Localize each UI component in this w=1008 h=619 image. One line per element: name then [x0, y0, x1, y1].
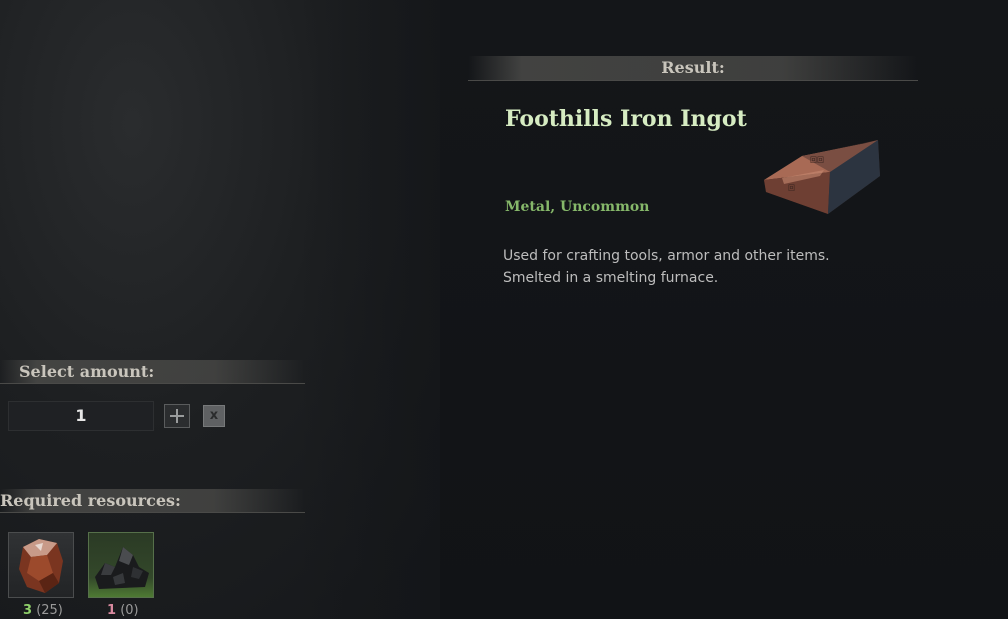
- item-description: Used for crafting tools, armor and other…: [503, 245, 863, 289]
- item-title: Foothills Iron Ingot: [505, 106, 747, 132]
- svg-text:回回: 回回: [810, 156, 824, 164]
- svg-text:回: 回: [788, 184, 795, 192]
- iron-ingot-icon: 回回 回: [764, 140, 880, 214]
- amount-input[interactable]: 1: [8, 401, 154, 431]
- required-quantity: 1: [107, 603, 117, 618]
- increase-amount-button[interactable]: [164, 404, 190, 428]
- select-amount-header: Select amount:: [0, 360, 305, 384]
- result-panel: [440, 0, 1008, 619]
- resource-slot-iron-ore[interactable]: [8, 532, 74, 598]
- resource-count-coal: 1 (0): [107, 603, 139, 618]
- owned-quantity: (25): [36, 603, 63, 618]
- resource-slot-coal[interactable]: [88, 532, 154, 598]
- item-tags: Metal, Uncommon: [505, 199, 650, 215]
- iron-ore-icon: [19, 539, 63, 593]
- coal-icon: [95, 547, 149, 589]
- description-line: Used for crafting tools, armor and other…: [503, 248, 830, 264]
- required-resources-header: Required resources:: [0, 489, 305, 513]
- owned-quantity: (0): [120, 603, 139, 618]
- required-quantity: 3: [23, 603, 33, 618]
- resource-count-iron-ore: 3 (25): [23, 603, 63, 618]
- clear-amount-button[interactable]: x: [203, 405, 225, 427]
- description-line: Smelted in a smelting furnace.: [503, 270, 719, 286]
- result-header: Result:: [468, 56, 918, 81]
